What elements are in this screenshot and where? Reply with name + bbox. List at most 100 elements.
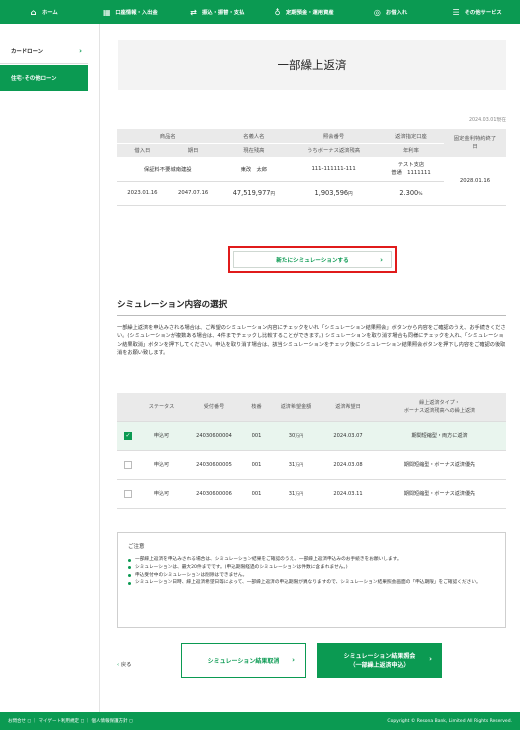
- ref-cell: 24030600004: [184, 421, 244, 451]
- interest-rate: 2.300%: [377, 181, 444, 206]
- page-title: 一部繰上返済: [118, 40, 506, 90]
- column-header: 返済希望金額: [269, 393, 323, 422]
- row-checkbox[interactable]: ✓: [124, 431, 132, 440]
- nav-label: お借入れ: [385, 10, 408, 16]
- column-header: 返済指定口座: [377, 129, 444, 144]
- sidebar-item-housing-loan[interactable]: 住宅･その他ローン: [0, 65, 88, 91]
- column-header: 返済希望日: [323, 393, 373, 422]
- row-checkbox[interactable]: [124, 489, 132, 498]
- sidebar-item-label: 住宅･その他ローン: [11, 76, 57, 82]
- row-checkbox-cell: [117, 450, 139, 480]
- column-header: 繰上返済タイプ・ ボーナス返済残高への繰上返済: [373, 393, 506, 422]
- section-title: シミュレーション内容の選択: [117, 300, 228, 310]
- nav-account-info[interactable]: ▦ 口座情報・入出金: [87, 0, 174, 24]
- table-row[interactable]: 申込可 24030600006 001 31万円 2024.03.11 期間短縮…: [117, 479, 506, 509]
- simulation-inquiry-button[interactable]: シミュレーション結果照会 （一部繰上返済申込） ›: [317, 643, 442, 678]
- simulation-table: ステータス 受付番号 枝番 返済希望金額 返済希望日 繰上返済タイプ・ ボーナス…: [117, 393, 506, 509]
- balance-value: 47,519,977: [232, 189, 271, 197]
- chevron-right-icon: ›: [79, 46, 82, 55]
- back-link[interactable]: ‹ 戻る: [117, 660, 131, 668]
- button-inner-border: [233, 251, 392, 268]
- bank-icon: ▦: [103, 7, 111, 17]
- current-balance: 47,519,977円: [218, 181, 290, 206]
- loan-icon: ◎: [373, 7, 381, 17]
- unit-label: 万円: [295, 490, 304, 496]
- copyright: Copyright © Resona Bank, Limited All Rig…: [387, 718, 512, 724]
- row-checkbox[interactable]: [124, 460, 132, 469]
- ref-cell: 24030600005: [184, 450, 244, 480]
- bonus-balance: 1,903,596円: [289, 181, 378, 206]
- account-number: 普通 1111111: [391, 170, 431, 176]
- table-row[interactable]: ✓ 申込可 24030600004 001 30万円 2024.03.07 期間…: [117, 421, 506, 451]
- unit-label: 円: [348, 192, 353, 197]
- column-header: 枝番: [244, 393, 269, 422]
- nav-home[interactable]: ⌂ ホーム: [0, 0, 87, 24]
- footer-links[interactable]: お問合せ ◻︎ ｜ マイゲート利用規定 ◻︎ ｜ 個人情報保護方針 ◻︎: [8, 718, 387, 724]
- new-simulation-button[interactable]: 新たにシミュレーションする ›: [228, 246, 397, 273]
- column-header: 期日: [167, 143, 219, 158]
- product-name: 保証料不要城南建設: [117, 157, 219, 182]
- type-cell: 期間短縮型・ボーナス返済優先: [373, 479, 506, 509]
- type-cell: 期間短縮型・両方に返済: [373, 421, 506, 451]
- table-row[interactable]: 申込可 24030600005 001 31万円 2024.03.08 期間短縮…: [117, 450, 506, 480]
- bonus-balance-value: 1,903,596: [314, 189, 349, 197]
- nav-label: その他サービス: [464, 10, 502, 16]
- nav-loans[interactable]: ◎ お借入れ: [347, 0, 434, 24]
- cancel-simulation-button[interactable]: シミュレーション結果取消 ›: [181, 643, 306, 678]
- row-checkbox-cell: ✓: [117, 421, 139, 451]
- status-cell: 申込可: [139, 421, 184, 451]
- notice-item: 申込受付中のシミュレーションは削除はできません。: [128, 572, 495, 580]
- unit-label: %: [418, 192, 423, 197]
- as-of-date: 2024.03.01現在: [468, 118, 506, 123]
- date-cell: 2024.03.11: [323, 479, 373, 509]
- column-header: 照会番号: [289, 129, 378, 144]
- inquiry-label-line1: シミュレーション結果照会: [343, 652, 416, 660]
- chevron-right-icon: ›: [429, 655, 432, 663]
- notice-box: ご注意 一部繰上返済を申込みされる場合は、シミュレーション結果をご確認のうえ、一…: [117, 532, 506, 628]
- transfer-icon: ⇄: [190, 7, 197, 17]
- repayment-account: テスト支店 普通 1111111: [377, 157, 444, 182]
- fixed-rate-end-date: 2028.01.16: [444, 157, 506, 206]
- column-header: 商品名: [117, 129, 219, 144]
- row-checkbox-cell: [117, 479, 139, 509]
- loan-summary-table: 商品名 名義人名 照会番号 返済指定口座 固定金利特約終了日 借入日 期日 現在…: [117, 129, 506, 206]
- column-header: 現在残高: [218, 143, 290, 158]
- sidebar-item-label: カードローン: [11, 48, 44, 55]
- sidebar-item-card-loan[interactable]: カードローン ›: [0, 38, 88, 64]
- savings-icon: ♁: [274, 7, 281, 17]
- unit-label: 円: [270, 192, 276, 197]
- notice-list: 一部繰上返済を申込みされる場合は、シミュレーション結果をご確認のうえ、一部繰上返…: [128, 556, 495, 587]
- nav-label: 定期預金・運用資産: [286, 10, 334, 16]
- column-header: 名義人名: [218, 129, 290, 144]
- top-navigation: ⌂ ホーム ▦ 口座情報・入出金 ⇄ 振込・振替・支払 ♁ 定期預金・運用資産 ◎ お借入…: [0, 0, 520, 24]
- nav-transfer[interactable]: ⇄ 振込・振替・支払: [173, 0, 260, 24]
- checkbox-column-header: [117, 393, 139, 422]
- unit-label: 万円: [295, 432, 304, 438]
- status-cell: 申込可: [139, 450, 184, 480]
- nav-label: 振込・振替・支払: [201, 10, 245, 16]
- holder-name: 東改 太郎: [218, 157, 290, 182]
- inquiry-label-line2: （一部繰上返済申込）: [349, 661, 410, 669]
- ref-cell: 24030600006: [184, 479, 244, 509]
- column-header: 年利率: [377, 143, 444, 158]
- amount-cell: 31万円: [269, 479, 323, 509]
- chevron-right-icon: ›: [380, 256, 383, 264]
- instructions-text: 一部繰上返済を申込みされる場合は、ご希望のシミュレーション内容にチェックをいれ「…: [117, 325, 506, 356]
- column-header: うちボーナス返済残高: [289, 143, 378, 158]
- rate-value: 2.300: [399, 189, 419, 197]
- branch-cell: 001: [244, 450, 269, 480]
- sidebar: カードローン › 住宅･その他ローン: [0, 24, 100, 712]
- amount-cell: 30万円: [269, 421, 323, 451]
- branch-cell: 001: [244, 421, 269, 451]
- nav-savings[interactable]: ♁ 定期預金・運用資産: [260, 0, 347, 24]
- column-header: 受付番号: [184, 393, 244, 422]
- notice-item: シミュレーションは、最大20件までです。(申込期限経過のシミュレーションは件数に…: [128, 564, 495, 572]
- column-header: 固定金利特約終了日: [444, 129, 506, 158]
- chevron-right-icon: ›: [292, 656, 295, 664]
- footer: お問合せ ◻︎ ｜ マイゲート利用規定 ◻︎ ｜ 個人情報保護方針 ◻︎ Cop…: [0, 712, 520, 730]
- back-label: 戻る: [120, 662, 132, 668]
- services-icon: ☰: [452, 7, 460, 17]
- date-cell: 2024.03.08: [323, 450, 373, 480]
- nav-other-services[interactable]: ☰ その他サービス: [433, 0, 520, 24]
- notice-title: ご注意: [128, 544, 145, 550]
